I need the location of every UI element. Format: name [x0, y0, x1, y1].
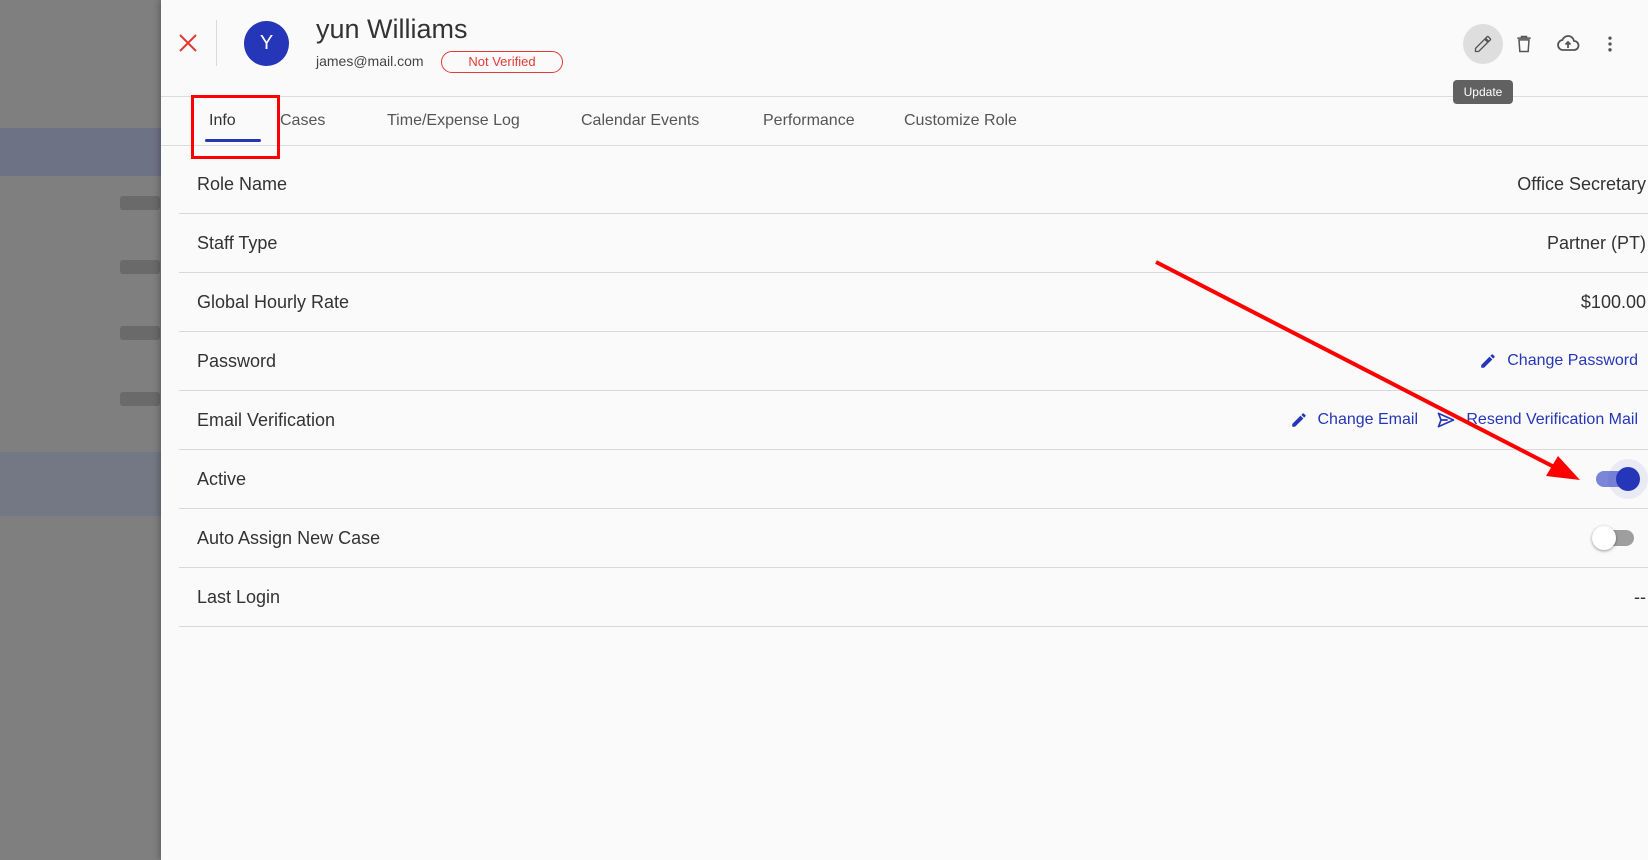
change-password-link[interactable]: Change Password: [1479, 332, 1638, 390]
row-password: Password Change Password: [179, 332, 1648, 391]
row-label: Role Name: [197, 174, 288, 194]
avatar: Y: [244, 21, 289, 66]
row-label: Staff Type: [197, 233, 278, 253]
background-row: [120, 260, 160, 274]
row-label: Last Login: [197, 587, 281, 607]
active-toggle[interactable]: [1592, 464, 1640, 494]
annotation-highlight-box: [191, 95, 280, 159]
edit-icon[interactable]: [1463, 24, 1503, 64]
row-staff-type: Staff Type Partner (PT): [179, 214, 1648, 273]
row-last-login: Last Login --: [179, 568, 1648, 627]
row-label: Global Hourly Rate: [197, 292, 350, 312]
user-email: james@mail.com: [316, 53, 424, 69]
pencil-icon: [1481, 354, 1496, 368]
auto-assign-toggle[interactable]: [1592, 523, 1638, 553]
row-label: Email Verification: [197, 410, 336, 430]
row-auto-assign: Auto Assign New Case: [179, 509, 1648, 568]
row-active: Active: [179, 450, 1648, 509]
toggle-knob: [1592, 526, 1616, 550]
cloud-upload-icon[interactable]: [1548, 24, 1588, 64]
send-icon: [1438, 412, 1455, 428]
tab-performance[interactable]: Performance: [763, 96, 855, 145]
background-row: [120, 196, 160, 210]
header-divider: [216, 20, 217, 66]
resend-verification-label: Resend Verification Mail: [1466, 411, 1638, 428]
close-icon[interactable]: [173, 28, 203, 58]
drawer-header: Y yun Williams james@mail.com Not Verifi…: [161, 0, 1648, 104]
change-email-link[interactable]: Change Email: [1290, 391, 1419, 449]
change-password-label: Change Password: [1507, 352, 1638, 369]
row-value: Partner (PT): [1546, 233, 1646, 253]
row-label: Password: [197, 351, 277, 371]
row-value: Office Secretary: [1517, 174, 1646, 194]
change-email-label: Change Email: [1317, 411, 1419, 428]
row-global-hourly-rate: Global Hourly Rate $100.00: [179, 273, 1648, 332]
pencil-icon: [1291, 413, 1306, 427]
tab-cases[interactable]: Cases: [280, 96, 325, 145]
row-value: $100.00: [1580, 292, 1646, 312]
user-name: yun Williams: [316, 14, 468, 44]
background-row: [120, 326, 160, 340]
toggle-knob: [1616, 467, 1640, 491]
row-role-name: Role Name Office Secretary: [179, 155, 1648, 214]
staff-detail-drawer: Y yun Williams james@mail.com Not Verifi…: [161, 0, 1648, 860]
background-row: [120, 392, 160, 406]
trash-icon[interactable]: [1504, 24, 1544, 64]
resend-verification-link[interactable]: Resend Verification Mail: [1436, 391, 1638, 449]
more-vert-icon[interactable]: [1590, 24, 1630, 64]
row-email-verification: Email Verification Change Email Resend V…: [179, 391, 1648, 450]
status-badge: Not Verified: [441, 51, 563, 73]
tab-customize-role[interactable]: Customize Role: [904, 96, 1017, 145]
tab-calendar-events[interactable]: Calendar Events: [581, 96, 699, 145]
row-value: --: [1634, 587, 1646, 607]
row-label: Auto Assign New Case: [197, 528, 381, 548]
tab-bar: Info Cases Time/Expense Log Calendar Eve…: [161, 96, 1648, 146]
row-label: Active: [197, 469, 247, 489]
tab-time-expense-log[interactable]: Time/Expense Log: [387, 96, 520, 145]
